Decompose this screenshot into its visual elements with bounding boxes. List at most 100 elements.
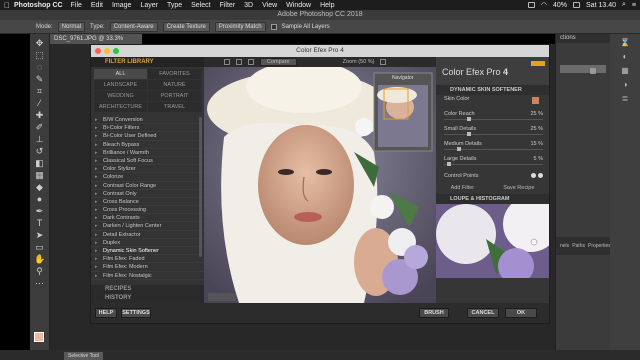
dodge-tool-icon[interactable]: ● bbox=[34, 194, 45, 205]
tab-channels[interactable]: nels bbox=[560, 243, 569, 249]
filter-item[interactable]: Color Stylizer bbox=[91, 165, 204, 174]
zoom-tool-icon[interactable]: ⚲ bbox=[34, 266, 45, 277]
mode-select[interactable]: Normal bbox=[57, 21, 86, 32]
history-panel-icon[interactable]: ⌛ bbox=[620, 38, 630, 47]
filter-item[interactable]: Darken / Lighten Center bbox=[91, 222, 204, 231]
help-button[interactable]: HELP bbox=[95, 308, 117, 318]
menu-help[interactable]: Help bbox=[320, 2, 334, 9]
history-section[interactable]: HISTORY bbox=[91, 294, 204, 303]
recipes-section[interactable]: RECIPES bbox=[91, 285, 204, 294]
filter-item[interactable]: Cross Processing bbox=[91, 206, 204, 214]
swatches-panel-icon[interactable]: ▦ bbox=[621, 66, 629, 75]
eraser-tool-icon[interactable]: ◧ bbox=[34, 158, 45, 169]
filter-item[interactable]: Film Efex: Nostalgic bbox=[91, 272, 204, 280]
menu-layer[interactable]: Layer bbox=[140, 2, 158, 9]
menu-filter[interactable]: Filter bbox=[220, 2, 236, 9]
apple-icon[interactable]:  bbox=[0, 1, 14, 10]
slider-knob[interactable] bbox=[456, 147, 461, 151]
gradient-tool-icon[interactable]: ▦ bbox=[34, 170, 45, 181]
filter-item[interactable]: Dark Contrasts bbox=[91, 214, 204, 223]
type-tool-icon[interactable]: T bbox=[34, 218, 45, 229]
cancel-button[interactable]: CANCEL bbox=[467, 308, 499, 318]
stamp-tool-icon[interactable]: ⊥ bbox=[34, 134, 45, 145]
create-texture-option[interactable]: Create Texture bbox=[162, 21, 210, 32]
blur-tool-icon[interactable]: ◆ bbox=[34, 182, 45, 193]
menu-image[interactable]: Image bbox=[112, 2, 131, 9]
adjustments-panel-icon[interactable]: ◑ bbox=[623, 80, 628, 89]
filter-item[interactable]: Duplex bbox=[91, 239, 204, 247]
document-tab[interactable]: DSC_9761.JPG @ 33.3% (RGB/8) * bbox=[50, 34, 142, 52]
move-tool-icon[interactable]: ✥ bbox=[34, 38, 45, 49]
quick-select-tool-icon[interactable]: ✎ bbox=[34, 74, 45, 85]
app-menu[interactable]: Photoshop CC bbox=[14, 2, 63, 9]
category-all[interactable]: ALL bbox=[94, 69, 147, 79]
menu-type[interactable]: Type bbox=[167, 2, 182, 9]
shape-tool-icon[interactable]: ▭ bbox=[34, 242, 45, 253]
slider-knob[interactable] bbox=[466, 132, 471, 136]
filter-item[interactable]: Contrast Only bbox=[91, 190, 204, 198]
small-details-slider[interactable]: Small Details 25 % bbox=[436, 125, 549, 140]
filter-item[interactable]: Brilliance / Warmth bbox=[91, 149, 204, 157]
proximity-match-option[interactable]: Proximity Match bbox=[214, 21, 266, 32]
history-brush-icon[interactable]: ↺ bbox=[34, 146, 45, 157]
active-filter-title[interactable]: DYNAMIC SKIN SOFTENER bbox=[436, 85, 549, 95]
filter-item[interactable]: Colorize bbox=[91, 173, 204, 182]
battery-icon[interactable] bbox=[573, 2, 581, 8]
filter-item[interactable]: Film Efex: Modern bbox=[91, 263, 204, 272]
filter-list-scrollbar[interactable] bbox=[199, 117, 202, 257]
close-icon[interactable] bbox=[95, 48, 101, 54]
category-nature[interactable]: NATURE bbox=[148, 80, 201, 90]
sample-all-layers-checkbox[interactable] bbox=[270, 23, 277, 30]
medium-details-slider[interactable]: Medium Details 15 % bbox=[436, 140, 549, 155]
eyedropper-tool-icon[interactable]: ⁄ bbox=[34, 98, 45, 109]
minimize-icon[interactable] bbox=[104, 48, 110, 54]
brush-tool-icon[interactable]: ✐ bbox=[34, 122, 45, 133]
filter-item[interactable]: Detail Extractor bbox=[91, 231, 204, 239]
content-aware-option[interactable]: Content-Aware bbox=[109, 21, 158, 32]
panel-gear-icon[interactable] bbox=[590, 68, 596, 74]
notification-icon[interactable]: ≡ bbox=[632, 2, 636, 9]
category-favorites[interactable]: FAVORITES bbox=[148, 69, 201, 79]
filter-item[interactable]: Film Efex: Faded bbox=[91, 255, 204, 264]
category-portrait[interactable]: PORTRAIT bbox=[148, 91, 201, 101]
layers-panel-icon[interactable]: ≣ bbox=[622, 94, 629, 103]
background-icon[interactable] bbox=[380, 59, 387, 65]
split-view-icon[interactable] bbox=[236, 59, 242, 65]
ok-button[interactable]: OK bbox=[505, 308, 537, 318]
crop-tool-icon[interactable]: ⌗ bbox=[34, 86, 45, 97]
single-view-icon[interactable] bbox=[224, 59, 230, 65]
healing-brush-icon[interactable]: ✚ bbox=[34, 110, 45, 121]
image-preview[interactable]: Navigator bbox=[204, 67, 436, 303]
brush-button[interactable]: BRUSH bbox=[419, 308, 449, 318]
clock[interactable]: Sat 13.40 bbox=[586, 2, 616, 9]
menu-view[interactable]: View bbox=[262, 2, 277, 9]
lasso-tool-icon[interactable]: ◌ bbox=[34, 62, 45, 73]
slider-track[interactable] bbox=[444, 134, 543, 135]
status-tab[interactable]: Selective Tool bbox=[64, 352, 103, 360]
filter-item[interactable]: Bi-Color Filters bbox=[91, 124, 204, 133]
more-tools-icon[interactable]: ⋯ bbox=[34, 278, 45, 289]
add-positive-point-icon[interactable] bbox=[531, 173, 536, 178]
wifi-icon[interactable]: ◠ bbox=[541, 1, 547, 9]
zoom-dropdown[interactable]: Zoom (50 %) bbox=[343, 59, 375, 65]
large-details-slider[interactable]: Large Details 5 % bbox=[436, 155, 549, 170]
maximize-icon[interactable] bbox=[113, 48, 119, 54]
display-icon[interactable] bbox=[527, 2, 535, 8]
menu-3d[interactable]: 3D bbox=[244, 2, 253, 9]
add-filter-button[interactable]: Add Filter bbox=[451, 182, 475, 194]
save-recipe-button[interactable]: Save Recipe bbox=[503, 182, 534, 194]
slider-track[interactable] bbox=[444, 164, 543, 165]
filter-item[interactable]: Cross Balance bbox=[91, 198, 204, 206]
settings-button[interactable]: SETTINGS bbox=[121, 308, 151, 318]
loupe-histogram-header[interactable]: LOUPE & HISTOGRAM bbox=[436, 194, 549, 204]
filter-item[interactable]: Bi-Color User Defined bbox=[91, 132, 204, 141]
filter-item[interactable]: Bleach Bypass bbox=[91, 141, 204, 149]
category-landscape[interactable]: LANDSCAPE bbox=[94, 80, 147, 90]
filter-item[interactable]: Contrast Color Range bbox=[91, 182, 204, 190]
search-icon[interactable]: ⌕ bbox=[622, 1, 626, 9]
add-negative-point-icon[interactable] bbox=[538, 173, 543, 178]
path-select-icon[interactable]: ➤ bbox=[34, 230, 45, 241]
category-architecture[interactable]: ARCHITECTURE bbox=[94, 102, 147, 112]
compare-button[interactable]: Compare bbox=[260, 58, 297, 66]
menu-select[interactable]: Select bbox=[191, 2, 210, 9]
